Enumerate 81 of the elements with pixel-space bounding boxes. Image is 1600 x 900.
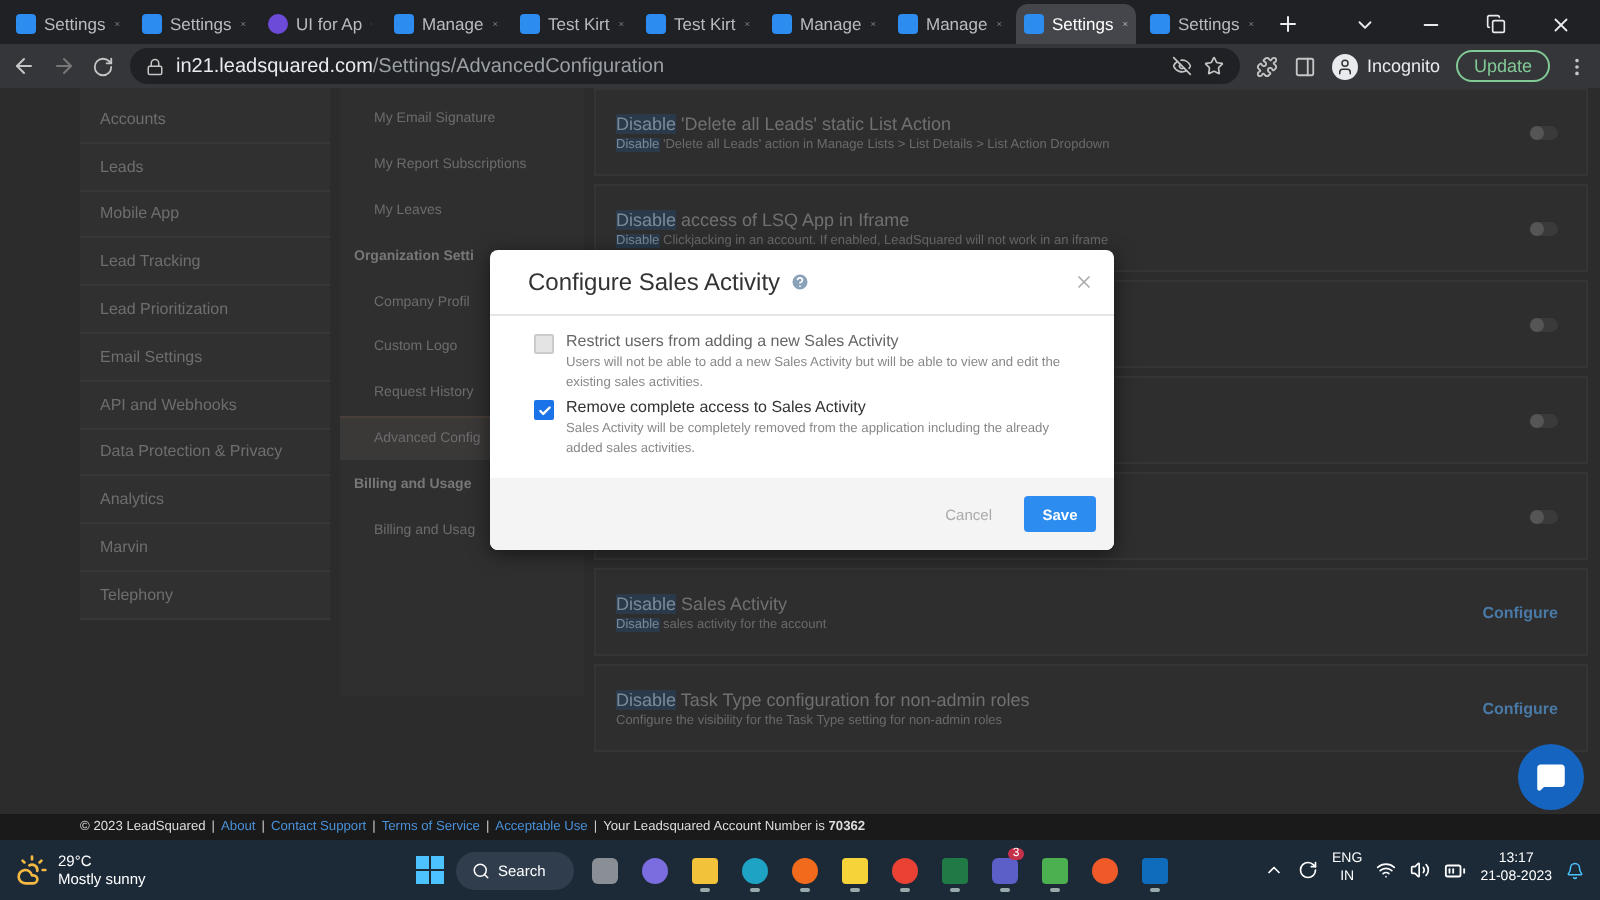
running-indicator: [1149, 888, 1160, 892]
nav-item[interactable]: Mobile App: [80, 191, 330, 239]
side-panel-icon[interactable]: [1294, 55, 1317, 77]
browser-tab[interactable]: UI for Ap: [260, 4, 380, 44]
browser-tab[interactable]: Settings: [134, 4, 254, 44]
incognito-icon[interactable]: [1332, 53, 1359, 79]
running-indicator: [699, 888, 710, 892]
toggle-switch[interactable]: [1530, 413, 1558, 427]
help-icon[interactable]: [790, 272, 811, 292]
favicon-icon: [520, 14, 540, 34]
favicon-icon: [1150, 14, 1170, 34]
toggle-switch[interactable]: [1530, 317, 1558, 331]
lock-icon: [146, 57, 164, 75]
nav-item[interactable]: Data Protection & Privacy: [80, 429, 330, 477]
update-button[interactable]: Update: [1455, 50, 1550, 82]
setting-title: Disable Task Type configuration for non-admin roles: [616, 689, 1032, 709]
running-indicator: [999, 888, 1010, 892]
battery-icon[interactable]: [1444, 859, 1467, 881]
nav-item[interactable]: Leads: [80, 143, 330, 192]
search-icon: [472, 861, 490, 879]
star-icon[interactable]: [1204, 56, 1225, 76]
profile-label: Incognito: [1366, 56, 1440, 76]
puzzle-icon[interactable]: [1256, 55, 1279, 77]
nav-item[interactable]: Lead Prioritization: [80, 286, 330, 334]
weather-icon[interactable]: [16, 854, 48, 886]
windows-start-icon[interactable]: [416, 856, 444, 884]
configure-link[interactable]: Configure: [1482, 603, 1558, 621]
browser-tab[interactable]: Test Kirt: [638, 4, 758, 44]
running-indicator: [949, 888, 960, 892]
new-tab-icon[interactable]: [1276, 12, 1300, 36]
running-indicator: [799, 888, 810, 892]
nav-item[interactable]: Email Settings: [80, 333, 330, 382]
browser-tab[interactable]: Manage: [890, 4, 1010, 44]
eye-off-icon[interactable]: [1172, 56, 1193, 76]
volume-icon[interactable]: [1410, 860, 1431, 880]
forward-icon[interactable]: [52, 54, 76, 78]
configure-link[interactable]: Configure: [1482, 699, 1558, 717]
toggle-switch[interactable]: [1530, 125, 1558, 139]
dialog-title: Configure Sales Activity: [528, 268, 781, 296]
restore-icon[interactable]: [1486, 14, 1506, 34]
favicon-icon: [394, 14, 414, 34]
nav-item[interactable]: Analytics: [80, 476, 330, 525]
running-indicator: [1049, 888, 1060, 892]
reload-icon[interactable]: [92, 55, 114, 77]
notification-icon[interactable]: [1566, 861, 1584, 879]
nav-item[interactable]: API and Webhooks: [80, 381, 330, 430]
back-icon[interactable]: [12, 54, 36, 78]
sync-icon[interactable]: [1298, 860, 1319, 880]
chat-button[interactable]: [1518, 744, 1584, 810]
browser-tab[interactable]: Test Kirt: [512, 4, 632, 44]
toggle-switch[interactable]: [1530, 509, 1558, 523]
toggle-switch[interactable]: [1530, 221, 1558, 235]
option-label: Restrict users from adding a new Sales Activity: [566, 332, 901, 350]
running-indicator: [899, 888, 910, 892]
wifi-icon[interactable]: [1376, 860, 1397, 880]
favicon-icon: [646, 14, 666, 34]
close-icon[interactable]: [1550, 14, 1572, 36]
address-field[interactable]: in21.leadsquared.com/Settings/AdvancedConfiguration: [130, 48, 1241, 84]
browser-tab[interactable]: Manage: [764, 4, 884, 44]
browser-tab[interactable]: Settings: [1016, 4, 1136, 44]
favicon-icon: [772, 14, 792, 34]
nav-item[interactable]: Telephony: [80, 571, 330, 620]
browser-tab[interactable]: Settings: [8, 4, 128, 44]
running-indicator: [849, 888, 860, 892]
browser-tab[interactable]: Settings: [1142, 4, 1262, 44]
chat-icon: [1536, 762, 1566, 792]
nav-item[interactable]: Marvin: [80, 524, 330, 572]
checkbox[interactable]: [534, 400, 554, 421]
running-indicator: [749, 888, 760, 892]
play-icon: [268, 14, 288, 34]
setting-title: Disable Sales Activity: [616, 593, 790, 613]
setting-title: Disable access of LSQ App in Iframe: [616, 209, 912, 229]
favicon-icon: [16, 14, 36, 34]
favicon-icon: [898, 14, 918, 34]
favicon-icon: [142, 14, 162, 34]
setting-title: Disable 'Delete all Leads' static List Action: [616, 113, 954, 133]
nav-item[interactable]: Accounts: [80, 96, 330, 144]
option-label: Remove complete access to Sales Activity: [566, 398, 868, 417]
nav-item[interactable]: Lead Tracking: [80, 238, 330, 287]
favicon-icon: [1024, 14, 1044, 34]
browser-tab[interactable]: Manage: [386, 4, 506, 44]
